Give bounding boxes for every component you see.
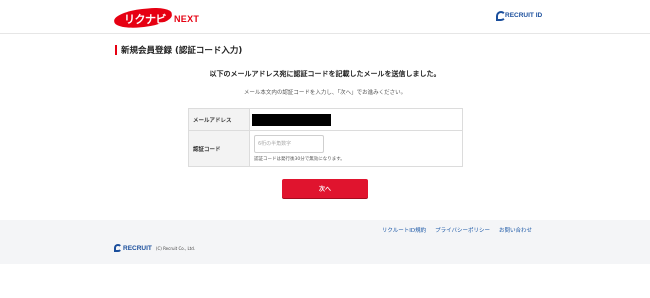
recruit-id-text: RECRUIT ID	[505, 12, 543, 19]
recruit-mark-icon	[114, 244, 122, 252]
footer-recruit-logo: RECRUIT (C) Recruit Co., Ltd.	[114, 243, 195, 253]
logo-text: リクナビ	[124, 13, 167, 26]
privacy-policy-link[interactable]: プライバシーポリシー	[435, 226, 490, 234]
rikunabi-next-logo[interactable]: リクナビ NEXT	[113, 6, 214, 30]
masked-email-value	[252, 114, 331, 126]
next-button[interactable]: 次へ	[282, 179, 368, 198]
copyright-text: (C) Recruit Co., Ltd.	[155, 245, 196, 251]
code-value-cell: 認証コードは発行後30分で無効になります。	[250, 131, 462, 166]
lead-message: 以下のメールアドレス宛に認証コードを記載したメールを送信しました。	[209, 70, 441, 78]
recruit-logo-text: RECRUIT	[123, 244, 152, 252]
logo-suffix: NEXT	[174, 14, 200, 24]
footer-links: リクルートID規約 プライバシーポリシー お問い合わせ	[382, 226, 532, 234]
verification-code-input[interactable]	[254, 135, 324, 153]
email-value-cell	[250, 109, 462, 130]
title-accent-bar	[115, 45, 117, 55]
code-expiry-note: 認証コードは発行後30分で無効になります。	[254, 157, 345, 162]
instruction-message: メール本文内の認証コードを入力し、「次へ」でお進みください。	[243, 90, 407, 96]
email-row: メールアドレス	[189, 109, 462, 131]
code-row: 認証コード 認証コードは発行後30分で無効になります。	[189, 131, 462, 166]
contact-link[interactable]: お問い合わせ	[499, 226, 532, 234]
site-header: リクナビ NEXT RECRUIT ID	[0, 0, 650, 34]
email-label: メールアドレス	[189, 109, 250, 130]
page-title: 新規会員登録 (認証コード入力)	[115, 44, 242, 56]
site-footer: リクルートID規約 プライバシーポリシー お問い合わせ RECRUIT (C) …	[0, 220, 650, 264]
terms-link[interactable]: リクルートID規約	[382, 226, 426, 234]
verification-form: メールアドレス 認証コード 認証コードは発行後30分で無効になります。	[188, 108, 463, 167]
page-title-text: 新規会員登録 (認証コード入力)	[121, 46, 243, 56]
code-label: 認証コード	[189, 131, 250, 166]
